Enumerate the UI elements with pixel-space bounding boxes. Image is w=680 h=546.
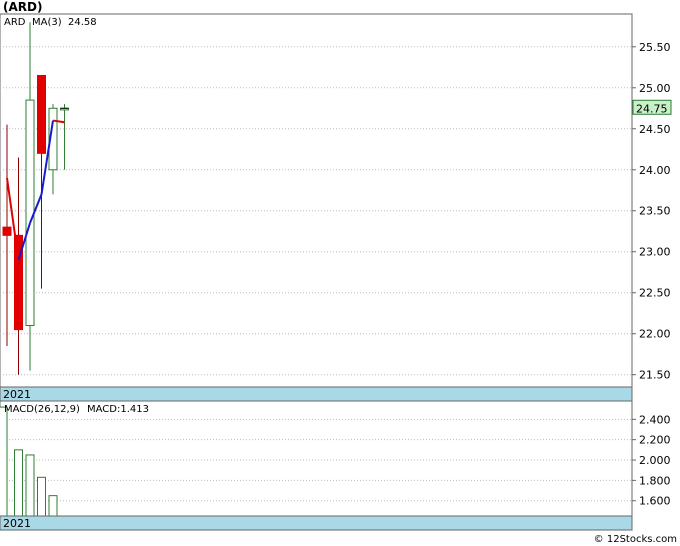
- macd-bar: [25, 454, 35, 517]
- price-tick-label: 24.50: [639, 123, 671, 136]
- macd-title: MACD(26,12,9): [4, 404, 80, 415]
- ma-legend: MA(3): [32, 17, 62, 28]
- stock-chart: (ARD) 25.50 25.00 24.50 24.00 23.50 23.00 22.5…: [0, 0, 677, 545]
- candle-body: [37, 74, 46, 154]
- price-y-tick-labels: 25.50 25.00 24.50 24.00 23.50 23.00 22.50 22.00…: [639, 41, 671, 382]
- date-band-macd: [0, 515, 633, 531]
- chart-title: (ARD): [3, 0, 42, 14]
- price-tick-label: 24.00: [639, 164, 671, 177]
- macd-tick-label: 1.800: [639, 474, 671, 487]
- macd-y-tick-labels: 2.400 2.200 2.000 1.800 1.600: [639, 413, 671, 507]
- candle-body: [2, 226, 12, 236]
- macd-bar: [48, 495, 58, 517]
- last-price-badge: 24.75: [632, 99, 672, 115]
- ma-legend-value: 24.58: [68, 17, 97, 28]
- date-label-price: 2021: [3, 388, 31, 401]
- price-tick-label: 23.00: [639, 246, 671, 259]
- footer-credit: © 12Stocks.com: [594, 534, 677, 545]
- macd-bar: [0, 406, 8, 517]
- price-tick-label: 22.50: [639, 287, 671, 300]
- price-tick-label: 21.50: [639, 369, 671, 382]
- macd-tick-label: 2.000: [639, 454, 671, 467]
- macd-panel: 2.4002.2002.0001.8001.600 MACD(26,12,9) …: [0, 400, 671, 517]
- macd-bar: [14, 449, 23, 517]
- price-tick-label: 25.50: [639, 41, 671, 54]
- macd-tick-label: 2.400: [639, 413, 671, 426]
- date-band-price: [0, 386, 633, 402]
- macd-value: MACD:1.413: [87, 404, 149, 415]
- price-tick-label: 22.00: [639, 328, 671, 341]
- ticker-legend: ARD: [4, 17, 26, 28]
- last-price-label: 24.75: [636, 102, 668, 115]
- price-panel: 25.50 25.00 24.50 24.00 23.50 23.00 22.50 22.00…: [0, 13, 672, 388]
- price-tick-label: 23.50: [639, 205, 671, 218]
- date-label-macd: 2021: [3, 517, 31, 530]
- macd-bar: [37, 476, 46, 517]
- macd-tick-label: 1.600: [639, 495, 671, 508]
- macd-tick-label: 2.200: [639, 434, 671, 447]
- candle-body: [25, 99, 35, 327]
- price-tick-label: 25.00: [639, 82, 671, 95]
